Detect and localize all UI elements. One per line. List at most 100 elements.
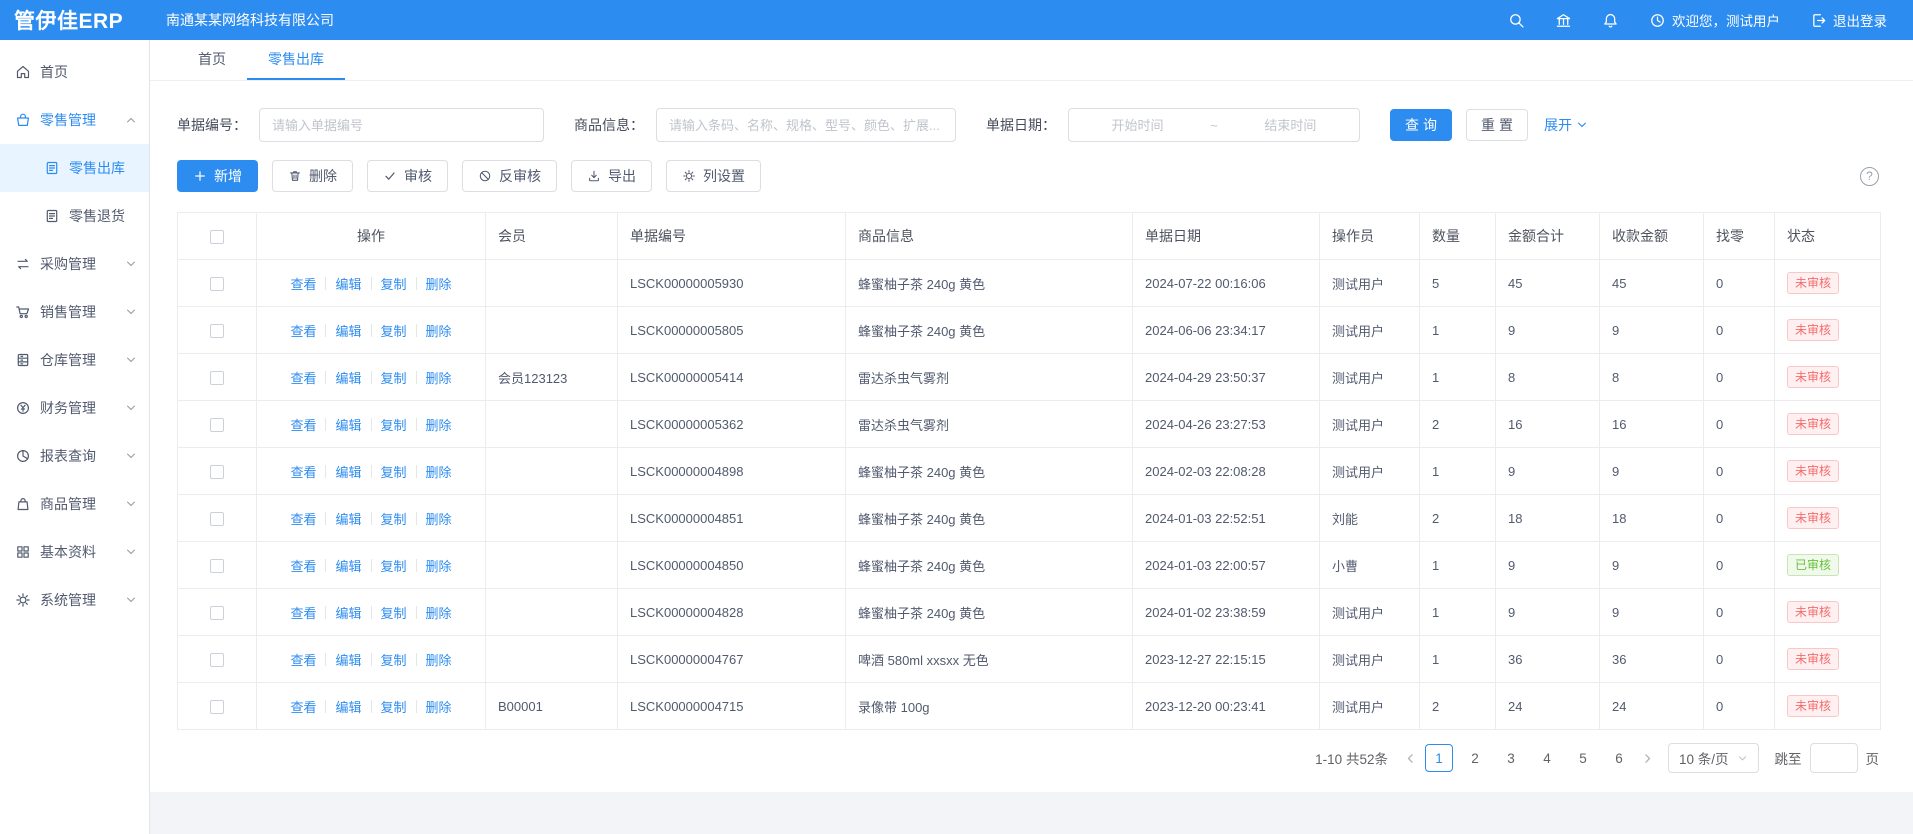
page-number-4[interactable]: 4 (1533, 744, 1561, 772)
row-checkbox[interactable] (210, 371, 224, 385)
copy-link[interactable]: 复制 (381, 650, 407, 669)
date-end-input[interactable] (1228, 118, 1353, 133)
date-start-input[interactable] (1075, 118, 1200, 133)
sidebar-item-9[interactable]: 系统管理 (0, 576, 149, 624)
view-link[interactable]: 查看 (290, 321, 316, 340)
edit-link[interactable]: 编辑 (335, 509, 361, 528)
expand-link[interactable]: 展开 (1544, 115, 1588, 135)
search-button[interactable]: 查询 (1390, 109, 1452, 141)
edit-link[interactable]: 编辑 (335, 603, 361, 622)
copy-link[interactable]: 复制 (381, 462, 407, 481)
unaudit-button[interactable]: 反审核 (462, 160, 557, 192)
view-link[interactable]: 查看 (290, 650, 316, 669)
view-link[interactable]: 查看 (290, 697, 316, 716)
product-input[interactable] (656, 108, 956, 142)
delete-link[interactable]: 删除 (426, 603, 452, 622)
delete-link[interactable]: 删除 (426, 415, 452, 434)
sidebar-item-3[interactable]: 销售管理 (0, 288, 149, 336)
sidebar-item-1[interactable]: 零售管理 (0, 96, 149, 144)
edit-link[interactable]: 编辑 (335, 556, 361, 575)
view-link[interactable]: 查看 (290, 415, 316, 434)
delete-link[interactable]: 删除 (426, 321, 452, 340)
copy-link[interactable]: 复制 (381, 415, 407, 434)
row-checkbox[interactable] (210, 418, 224, 432)
delete-link[interactable]: 删除 (426, 509, 452, 528)
delete-link[interactable]: 删除 (426, 274, 452, 293)
actions-cell: 查看编辑 复制删除 (257, 448, 486, 495)
sidebar-item-4[interactable]: 仓库管理 (0, 336, 149, 384)
row-checkbox[interactable] (210, 653, 224, 667)
sidebar-item-2[interactable]: 采购管理 (0, 240, 149, 288)
copy-link[interactable]: 复制 (381, 321, 407, 340)
sidebar-item-8[interactable]: 基本资料 (0, 528, 149, 576)
bell-icon[interactable] (1602, 12, 1619, 29)
page-number-5[interactable]: 5 (1569, 744, 1597, 772)
export-button[interactable]: 导出 (571, 160, 652, 192)
expand-link-text: 展开 (1544, 115, 1572, 135)
bank-icon[interactable] (1555, 12, 1572, 29)
delete-button[interactable]: 删除 (272, 160, 353, 192)
row-checkbox[interactable] (210, 559, 224, 573)
edit-link[interactable]: 编辑 (335, 274, 361, 293)
jump-input[interactable] (1810, 743, 1858, 773)
reset-button[interactable]: 重置 (1466, 109, 1528, 141)
row-checkbox[interactable] (210, 324, 224, 338)
copy-link[interactable]: 复制 (381, 509, 407, 528)
page-size-select[interactable]: 10 条/页 (1668, 743, 1759, 773)
help-icon[interactable]: ? (1860, 167, 1879, 186)
view-link[interactable]: 查看 (290, 462, 316, 481)
sidebar-item-7[interactable]: 商品管理 (0, 480, 149, 528)
edit-link[interactable]: 编辑 (335, 368, 361, 387)
page-number-6[interactable]: 6 (1605, 744, 1633, 772)
tab-0[interactable]: 首页 (177, 40, 247, 80)
select-all-checkbox[interactable] (210, 230, 224, 244)
search-icon[interactable] (1508, 12, 1525, 29)
edit-link[interactable]: 编辑 (335, 650, 361, 669)
next-page-icon[interactable] (1641, 752, 1654, 765)
copy-link[interactable]: 复制 (381, 368, 407, 387)
row-checkbox[interactable] (210, 277, 224, 291)
sidebar-item-0[interactable]: 首页 (0, 48, 149, 96)
copy-link[interactable]: 复制 (381, 274, 407, 293)
page-number-3[interactable]: 3 (1497, 744, 1525, 772)
delete-link[interactable]: 删除 (426, 368, 452, 387)
page-number-2[interactable]: 2 (1461, 744, 1489, 772)
delete-link[interactable]: 删除 (426, 650, 452, 669)
row-checkbox[interactable] (210, 606, 224, 620)
copy-link[interactable]: 复制 (381, 603, 407, 622)
product-cell: 雷达杀虫气雾剂 (846, 354, 1133, 401)
view-link[interactable]: 查看 (290, 274, 316, 293)
welcome-user[interactable]: 欢迎您，测试用户 (1649, 10, 1780, 30)
sidebar-item-6[interactable]: 报表查询 (0, 432, 149, 480)
sidebar-subitem-1-1[interactable]: 零售退货 (0, 192, 149, 240)
add-button[interactable]: 新增 (177, 160, 258, 192)
select-all-header[interactable] (178, 213, 257, 260)
copy-link[interactable]: 复制 (381, 697, 407, 716)
copy-link[interactable]: 复制 (381, 556, 407, 575)
sidebar-subitem-1-0[interactable]: 零售出库 (0, 144, 149, 192)
view-link[interactable]: 查看 (290, 368, 316, 387)
sidebar-item-5[interactable]: 财务管理 (0, 384, 149, 432)
edit-link[interactable]: 编辑 (335, 415, 361, 434)
date-range-picker[interactable]: ~ (1068, 108, 1360, 142)
delete-link[interactable]: 删除 (426, 697, 452, 716)
view-link[interactable]: 查看 (290, 556, 316, 575)
tab-1[interactable]: 零售出库 (247, 40, 345, 80)
delete-link[interactable]: 删除 (426, 556, 452, 575)
order-no-input[interactable] (259, 108, 544, 142)
view-link[interactable]: 查看 (290, 509, 316, 528)
edit-link[interactable]: 编辑 (335, 462, 361, 481)
row-checkbox[interactable] (210, 700, 224, 714)
edit-link[interactable]: 编辑 (335, 697, 361, 716)
edit-link[interactable]: 编辑 (335, 321, 361, 340)
prev-page-icon[interactable] (1404, 752, 1417, 765)
audit-button[interactable]: 审核 (367, 160, 448, 192)
chevron-down-icon (1576, 119, 1588, 131)
logout-button[interactable]: 退出登录 (1810, 10, 1887, 30)
column-settings-button[interactable]: 列设置 (666, 160, 761, 192)
page-number-1[interactable]: 1 (1425, 744, 1453, 772)
view-link[interactable]: 查看 (290, 603, 316, 622)
row-checkbox[interactable] (210, 465, 224, 479)
row-checkbox[interactable] (210, 512, 224, 526)
delete-link[interactable]: 删除 (426, 462, 452, 481)
